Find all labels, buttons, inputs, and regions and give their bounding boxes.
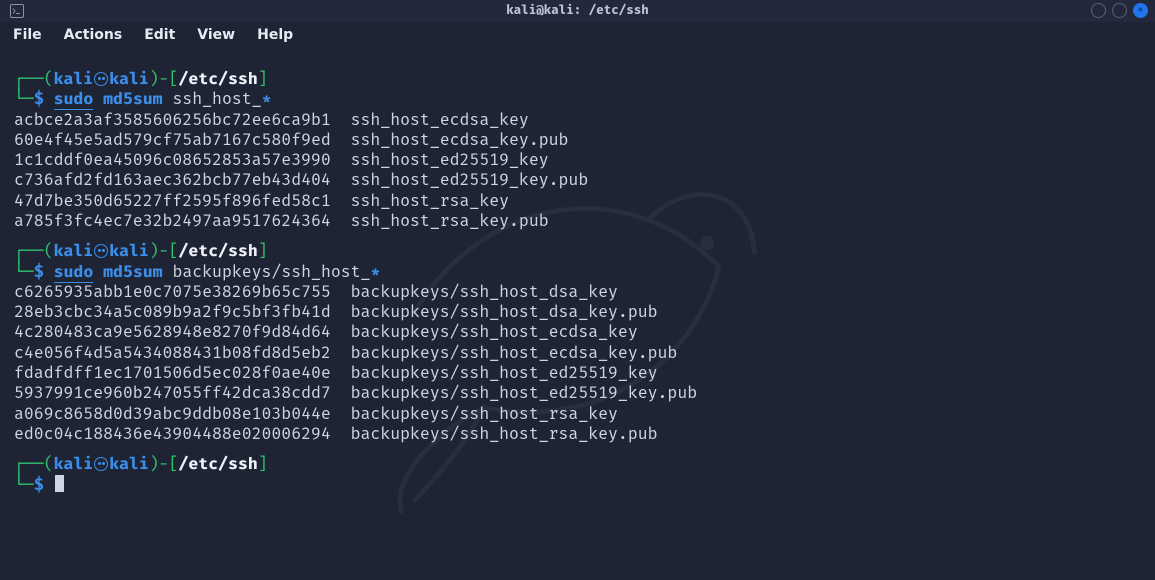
- terminal-output[interactable]: ┌──(kalikali)-[/etc/ssh] └─$ sudo md5sum…: [0, 50, 1155, 513]
- output-row: fdadfdff1ec1701506d5ec028f0ae40e backupk…: [14, 364, 1141, 384]
- output-row: 60e4f45e5ad579cf75ab7167c580f9ed ssh_hos…: [14, 131, 1141, 151]
- maximize-button[interactable]: [1112, 3, 1127, 18]
- output-row: 4c280483ca9e5628948e8270f9d84d64 backupk…: [14, 323, 1141, 343]
- output-row: 1c1cddf0ea45096c08652853a57e3990 ssh_hos…: [14, 151, 1141, 171]
- output-row: a069c8658d0d39abc9ddb08e103b044e backupk…: [14, 405, 1141, 425]
- menu-bar: File Actions Edit View Help: [0, 22, 1155, 50]
- ps1-line: ┌──(kalikali)-[/etc/ssh]: [14, 70, 1141, 90]
- terminal-app-icon: [9, 3, 25, 19]
- menu-edit[interactable]: Edit: [144, 27, 175, 44]
- output-row: c736afd2fd163aec362bcb77eb43d404 ssh_hos…: [14, 171, 1141, 191]
- output-row: 47d7be350d65227ff2595f896fed58c1 ssh_hos…: [14, 192, 1141, 212]
- title-bar: kali@kali: /etc/ssh: [0, 0, 1155, 22]
- command-line: └─$ sudo md5sum ssh_host_*: [14, 90, 1141, 110]
- ps1-line: ┌──(kalikali)-[/etc/ssh]: [14, 242, 1141, 262]
- menu-file[interactable]: File: [13, 27, 42, 44]
- cursor: [55, 475, 64, 492]
- ps1-line: ┌──(kalikali)-[/etc/ssh]: [14, 455, 1141, 475]
- command-block: ┌──(kalikali)-[/etc/ssh] └─$ sudo md5sum…: [14, 70, 1141, 232]
- skull-icon: [94, 72, 108, 86]
- close-button[interactable]: [1133, 3, 1148, 18]
- command-block: ┌──(kalikali)-[/etc/ssh] └─$ sudo md5sum…: [14, 242, 1141, 445]
- skull-icon: [94, 457, 108, 471]
- output-row: 5937991ce960b247055ff42dca38cdd7 backupk…: [14, 384, 1141, 404]
- command-block: ┌──(kalikali)-[/etc/ssh] └─$: [14, 455, 1141, 497]
- output-row: acbce2a3af3585606256bc72ee6ca9b1 ssh_hos…: [14, 111, 1141, 131]
- menu-help[interactable]: Help: [257, 27, 293, 44]
- menu-actions[interactable]: Actions: [64, 27, 123, 44]
- output-row: ed0c04c188436e43904488e020006294 backupk…: [14, 425, 1141, 445]
- skull-icon: [94, 244, 108, 258]
- command-line: └─$ sudo md5sum backupkeys/ssh_host_*: [14, 263, 1141, 283]
- menu-view[interactable]: View: [197, 27, 235, 44]
- output-row: c6265935abb1e0c7075e38269b65c755 backupk…: [14, 283, 1141, 303]
- command-line-active[interactable]: └─$: [14, 475, 1141, 496]
- output-row: a785f3fc4ec7e32b2497aa9517624364 ssh_hos…: [14, 212, 1141, 232]
- minimize-button[interactable]: [1091, 3, 1106, 18]
- output-row: c4e056f4d5a5434088431b08fd8d5eb2 backupk…: [14, 344, 1141, 364]
- window-title: kali@kali: /etc/ssh: [0, 3, 1155, 18]
- output-row: 28eb3cbc34a5c089b9a2f9c5bf3fb41d backupk…: [14, 303, 1141, 323]
